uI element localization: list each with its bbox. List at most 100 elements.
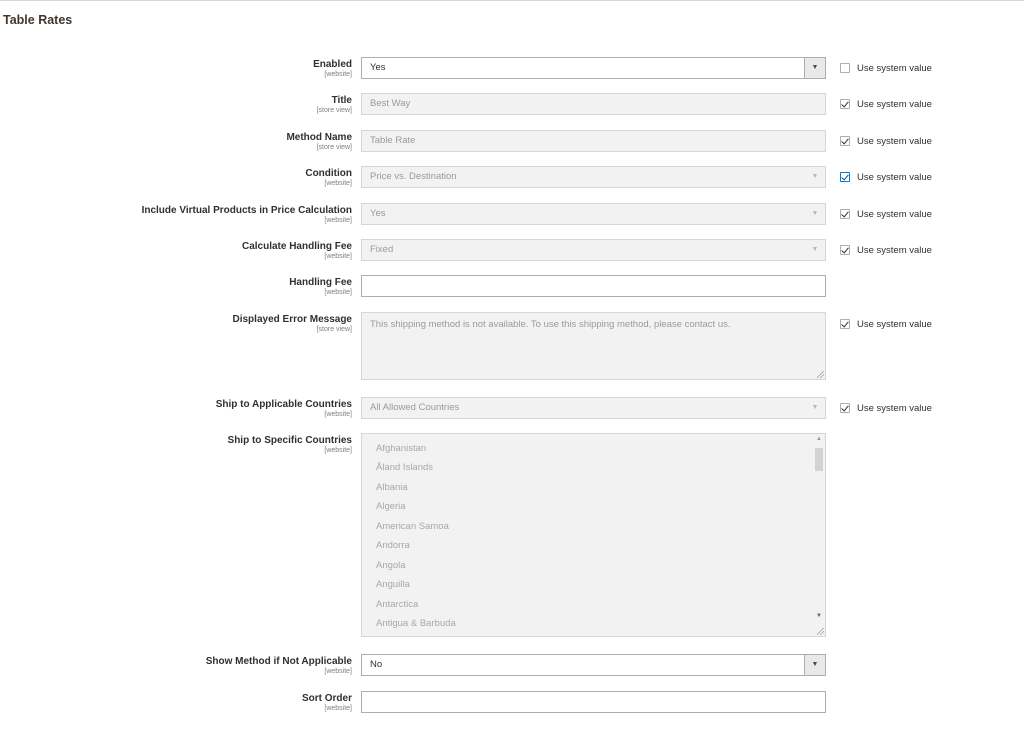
include-virtual-select[interactable]: Yes ▼ [361,203,826,225]
error-message-textarea[interactable]: This shipping method is not available. T… [361,312,826,380]
use-system-value-method-name[interactable]: Use system value [840,134,932,148]
use-system-value-condition[interactable]: Use system value [840,170,932,184]
condition-select[interactable]: Price vs. Destination ▼ [361,166,826,188]
label-handling-fee: Handling Fee [website] [289,277,352,297]
label-show-method: Show Method if Not Applicable [website] [206,656,352,676]
use-system-value-calc-handling-fee[interactable]: Use system value [840,243,932,257]
chevron-down-icon[interactable]: ▼ [805,167,825,187]
select-value: No [370,659,383,670]
scope-label: [website] [324,289,352,296]
chevron-down-icon[interactable]: ▼ [804,58,825,78]
use-system-value-error-message[interactable]: Use system value [840,317,932,331]
list-item[interactable]: Anguilla [376,579,410,590]
scope-label: [website] [324,217,352,224]
label-calc-handling-fee: Calculate Handling Fee [website] [242,241,352,261]
scope-label: [website] [324,668,352,675]
checkbox-label: Use system value [857,402,932,414]
field-label: Condition [305,168,352,179]
field-label: Enabled [313,59,352,70]
calc-handling-fee-select[interactable]: Fixed ▼ [361,239,826,261]
select-value: Yes [370,62,386,73]
scope-label: [website] [324,411,352,418]
checkbox[interactable] [840,403,850,413]
checkbox-label: Use system value [857,244,932,256]
scope-label: [website] [324,71,352,78]
list-item[interactable]: Albania [376,482,408,493]
specific-countries-multiselect[interactable]: Afghanistan Åland Islands Albania Algeri… [361,433,826,637]
list-item[interactable]: American Samoa [376,521,449,532]
field-label: Method Name [286,132,352,143]
chevron-down-icon[interactable]: ▼ [805,240,825,260]
scope-label: [website] [324,447,352,454]
checkbox-label: Use system value [857,62,932,74]
title-input[interactable]: Best Way [361,93,826,115]
checkbox-label: Use system value [857,98,932,110]
chevron-down-icon[interactable]: ▼ [805,204,825,224]
label-sort-order: Sort Order [website] [302,693,352,713]
chevron-down-icon[interactable]: ▼ [804,655,825,675]
scrollbar[interactable]: ▲ ▼ [814,435,824,625]
checkbox[interactable] [840,319,850,329]
label-include-virtual: Include Virtual Products in Price Calcul… [142,205,352,225]
scrollbar-thumb[interactable] [815,448,823,471]
scope-label: [store view] [316,326,352,333]
scroll-up-icon[interactable]: ▲ [814,436,824,442]
label-error-message: Displayed Error Message [store view] [233,314,353,334]
scope-label: [website] [324,253,352,260]
list-item[interactable]: Afghanistan [376,443,426,454]
checkbox-label: Use system value [857,135,932,147]
show-method-select[interactable]: No ▼ [361,654,826,676]
top-divider [0,0,1024,1]
select-value: Price vs. Destination [370,171,457,182]
sort-order-input[interactable] [361,691,826,713]
checkbox-label: Use system value [857,171,932,183]
scope-label: [store view] [316,144,352,151]
chevron-down-icon[interactable]: ▼ [805,398,825,418]
checkbox[interactable] [840,245,850,255]
checkbox[interactable] [840,63,850,73]
field-label: Handling Fee [289,277,352,288]
label-title: Title [store view] [317,95,352,115]
field-label: Include Virtual Products in Price Calcul… [141,205,352,216]
field-label: Show Method if Not Applicable [205,656,352,667]
checkbox[interactable] [840,209,850,219]
field-label: Ship to Specific Countries [227,435,352,446]
list-item[interactable]: Angola [376,560,406,571]
select-value: All Allowed Countries [370,402,460,413]
label-enabled: Enabled [website] [313,59,352,79]
list-item[interactable]: Andorra [376,540,410,551]
list-item[interactable]: Åland Islands [376,462,433,473]
method-name-input[interactable]: Table Rate [361,130,826,152]
field-label: Calculate Handling Fee [241,241,352,252]
use-system-value-title[interactable]: Use system value [840,97,932,111]
resize-handle-icon[interactable] [817,371,824,378]
use-system-value-include-virtual[interactable]: Use system value [840,207,932,221]
use-system-value-enabled[interactable]: Use system value [840,61,932,75]
resize-handle-icon[interactable] [817,628,824,635]
use-system-value-applicable-countries[interactable]: Use system value [840,401,932,415]
scroll-down-icon[interactable]: ▼ [814,613,824,619]
select-value: Yes [370,208,386,219]
scope-label: [website] [324,180,352,187]
field-label: Displayed Error Message [232,314,353,325]
checkbox[interactable] [840,172,850,182]
label-method-name: Method Name [store view] [286,132,352,152]
scope-label: [store view] [316,107,352,114]
label-specific-countries: Ship to Specific Countries [website] [228,435,352,455]
list-item[interactable]: Antarctica [376,599,418,610]
checkbox[interactable] [840,99,850,109]
list-item[interactable]: Algeria [376,501,406,512]
input-value: Table Rate [370,135,416,146]
checkbox-label: Use system value [857,318,932,330]
checkbox[interactable] [840,136,850,146]
handling-fee-input[interactable] [361,275,826,297]
field-label: Title [331,95,352,106]
applicable-countries-select[interactable]: All Allowed Countries ▼ [361,397,826,419]
list-item[interactable]: Antigua & Barbuda [376,618,456,629]
checkbox-label: Use system value [857,208,932,220]
label-applicable-countries: Ship to Applicable Countries [website] [216,399,352,419]
enabled-select[interactable]: Yes ▼ [361,57,826,79]
field-label: Ship to Applicable Countries [215,399,352,410]
label-condition: Condition [website] [305,168,352,188]
section-title: Table Rates [3,13,73,27]
